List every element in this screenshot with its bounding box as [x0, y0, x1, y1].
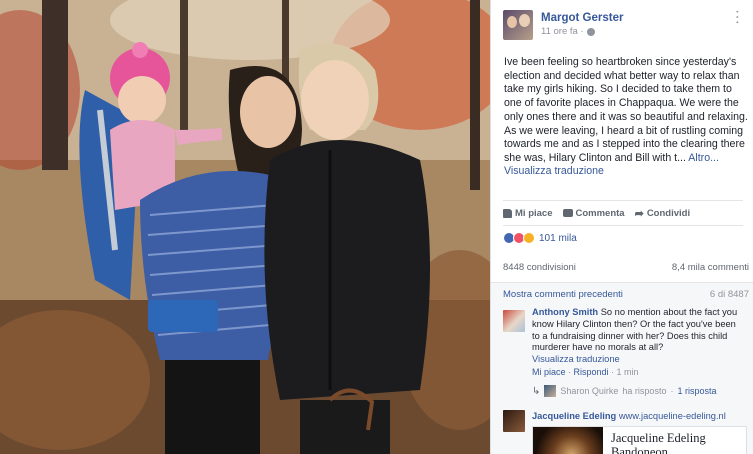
comment-meta: Mi piace · Rispondi · 1 min [532, 366, 639, 377]
reactions-summary[interactable]: 101 mila [503, 232, 577, 244]
post-photo[interactable] [0, 0, 490, 454]
post-text: Ive been feeling so heartbroken since ye… [504, 56, 748, 166]
show-previous-comments-link[interactable]: Mostra commenti precedenti [503, 289, 623, 300]
reply-author[interactable]: Sharon Quirke [560, 386, 618, 396]
see-translation-link[interactable]: Visualizza traduzione [504, 165, 604, 177]
author-name[interactable]: Margot Gerster [541, 12, 623, 24]
comment-icon [562, 209, 573, 217]
commenter-name[interactable]: Anthony Smith [532, 307, 598, 317]
author-avatar[interactable] [503, 10, 533, 40]
comment: Jacqueline Edeling www.jacqueline-edelin… [532, 411, 747, 423]
photo-illustration [0, 0, 490, 454]
comments-pagination: 6 di 8487 [709, 289, 749, 300]
comment-button[interactable]: Commenta [562, 207, 625, 219]
shares-count[interactable]: 8448 condivisioni [503, 262, 576, 273]
share-label: Condividi [646, 207, 691, 219]
post-actions-bar: Mi piace Commenta ➦ Condividi [503, 200, 743, 226]
link-preview-title: Jacqueline Edeling Bandoneon [611, 431, 706, 454]
commenter-name[interactable]: Jacqueline Edeling [532, 411, 616, 421]
link-preview-title-line2: Bandoneon [611, 445, 668, 454]
reply-arrow-icon: ↳ [532, 385, 541, 397]
post-timestamp: 11 ore fa · [541, 26, 623, 37]
globe-icon [586, 27, 595, 36]
wow-icon [523, 232, 535, 244]
commenter-avatar[interactable] [503, 410, 525, 432]
share-button[interactable]: ➦ Condividi [635, 207, 691, 220]
link-preview-image [533, 427, 603, 454]
post-body: Ive been feeling so heartbroken since ye… [504, 56, 748, 164]
comments-section: Mostra commenti precedenti 6 di 8487 Ant… [491, 282, 753, 454]
like-label: Mi piace [515, 207, 553, 219]
post-time-text[interactable]: 11 ore fa · [541, 26, 584, 37]
comment: Anthony Smith So no mention about the fa… [532, 307, 744, 379]
comment-like-link[interactable]: Mi piace [532, 367, 566, 377]
thumbs-up-icon [503, 208, 512, 218]
post-stats: 8448 condivisioni 8,4 mila commenti [503, 262, 749, 273]
link-preview-card[interactable]: Jacqueline Edeling Bandoneon [532, 426, 747, 454]
reply-count-link[interactable]: 1 risposta [677, 386, 716, 396]
reactions-count: 101 mila [539, 232, 577, 244]
reply-avatar [544, 385, 557, 397]
comment-translate-link[interactable]: Visualizza traduzione [532, 354, 744, 366]
previous-comments-row: Mostra commenti precedenti 6 di 8487 [503, 289, 749, 300]
comments-count[interactable]: 8,4 mila commenti [672, 262, 749, 273]
comment-link[interactable]: www.jacqueline-edeling.nl [619, 411, 726, 421]
like-button[interactable]: Mi piace [503, 208, 553, 219]
reply-action: ha risposto [622, 386, 667, 396]
comment-label: Commenta [575, 207, 625, 219]
comment-time: 1 min [616, 366, 639, 377]
share-icon: ➦ [634, 207, 644, 220]
post-header: Margot Gerster 11 ore fa · [503, 10, 623, 40]
link-preview-title-line1: Jacqueline Edeling [611, 431, 706, 445]
post-panel: Margot Gerster 11 ore fa · ··· Ive been … [490, 0, 753, 454]
replies-row[interactable]: ↳ Sharon Quirke ha risposto · 1 risposta [532, 385, 716, 397]
commenter-avatar[interactable] [503, 310, 525, 332]
comment-reply-link[interactable]: Rispondi [574, 367, 609, 377]
more-options-icon[interactable]: ··· [728, 9, 746, 25]
see-more-link[interactable]: Altro... [688, 152, 719, 164]
